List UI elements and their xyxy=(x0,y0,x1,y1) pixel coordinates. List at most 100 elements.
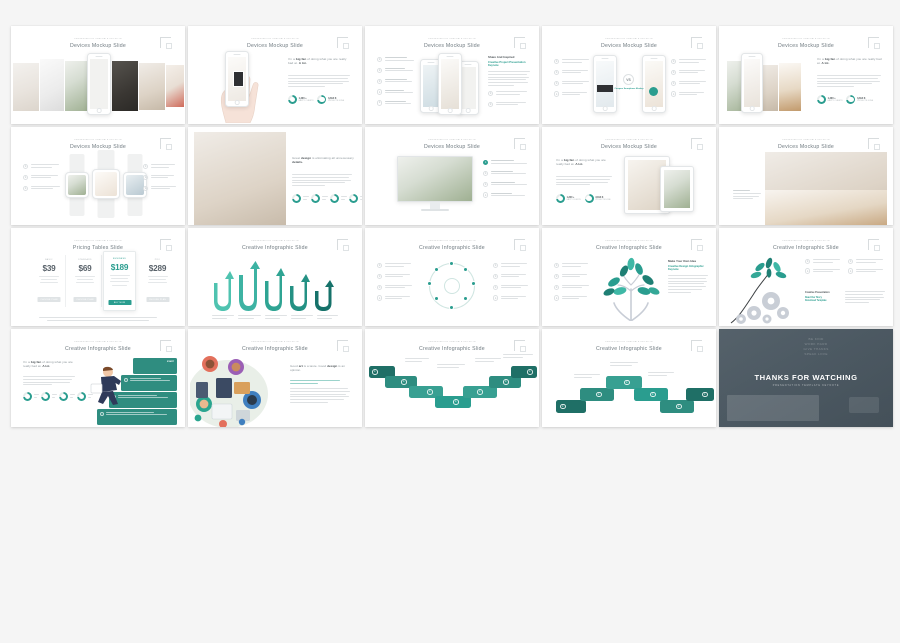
phone-screen xyxy=(645,61,663,107)
corner-mark-icon xyxy=(691,138,703,150)
slide-thumbnail-4[interactable]: PRESENTATION TEMPLATE KEYNOTE Devices Mo… xyxy=(542,26,716,124)
slide-thumbnail-20[interactable]: BE KIND WORK HARD GIVE THANKS SPEAK LOVE TH… xyxy=(719,329,893,427)
slide-thumbnail-19[interactable]: PRESENTATION TEMPLATE KEYNOTE Creative I… xyxy=(542,329,716,427)
donut-chart xyxy=(292,194,301,203)
network-center xyxy=(444,278,460,294)
plan-button[interactable]: CHOOSE PLAN xyxy=(73,297,97,302)
slide-thumbnail-2[interactable]: PRESENTATION TEMPLATE KEYNOTE Devices Mo… xyxy=(188,26,362,124)
slide-canvas: PRESENTATION TEMPLATE KEYNOTE Devices Mo… xyxy=(371,132,533,219)
slide-title: Creative Infographic Slide xyxy=(242,244,308,251)
list-item: ✦ xyxy=(143,164,177,170)
slide-thumbnail-18[interactable]: PRESENTATION TEMPLATE KEYNOTE Creative I… xyxy=(365,329,539,427)
bullet-list-left: ✦ ✦ ✦ ✦ xyxy=(554,59,590,102)
pricing-card-featured[interactable]: BUSINESS $189 BUY NOW xyxy=(103,251,136,311)
slide-thumbnail-1[interactable]: PRESENTATION TEMPLATE KEYNOTE Devices Mo… xyxy=(11,26,185,124)
circle-icon: ✦ xyxy=(493,295,499,301)
section-link[interactable]: Read Our Story xyxy=(805,297,839,299)
paragraph-lines xyxy=(556,176,612,187)
slide-thumbnail-5[interactable]: PRESENTATION TEMPLATE KEYNOTE Devices Mo… xyxy=(719,26,893,124)
circle-icon: ✦ xyxy=(143,164,149,170)
plant-gears-illustration xyxy=(730,257,789,324)
list-item: ✦ xyxy=(493,295,529,301)
list-item: ✦ xyxy=(554,284,590,290)
slide-thumbnail-3[interactable]: PRESENTATION TEMPLATE KEYNOTE Devices Mo… xyxy=(365,26,539,124)
slide-kicker: PRESENTATION TEMPLATE KEYNOTE xyxy=(74,38,122,40)
pricing-card[interactable]: PRO $289 CHOOSE PLAN xyxy=(141,255,174,307)
stat-item xyxy=(348,194,362,203)
list-item: ✦ xyxy=(805,259,842,265)
circle-icon: ✦ xyxy=(554,273,560,280)
slide-kicker: PRESENTATION TEMPLATE KEYNOTE xyxy=(605,139,653,141)
list-item: ✦ xyxy=(377,67,415,74)
list-item: ✦ xyxy=(23,185,61,191)
stat-item: 3,814 K PROJECTS DONE xyxy=(584,194,611,203)
body-headline: Great design is eliminating all unnecess… xyxy=(292,156,354,165)
network-node xyxy=(471,281,477,287)
pricing-card[interactable]: BASIC $39 CHOOSE PLAN xyxy=(33,255,66,307)
circle-icon: ✦ xyxy=(493,284,499,290)
slide-thumbnail-12[interactable]: PRESENTATION TEMPLATE KEYNOTE Creative I… xyxy=(188,228,362,326)
slide-thumbnail-17[interactable]: PRESENTATION TEMPLATE KEYNOTE Creative I… xyxy=(188,329,362,427)
link-lines xyxy=(290,380,350,386)
circle-icon: ✦ xyxy=(671,69,677,76)
smartwatch-mockup xyxy=(91,150,121,218)
stat-item: 1,200 + HAPPY CLIENTS xyxy=(817,95,842,104)
slide-kicker: PRESENTATION TEMPLATE KEYNOTE xyxy=(605,38,653,40)
pricing-card[interactable]: STANDARD $69 CHOOSE PLAN xyxy=(69,255,102,307)
plan-features xyxy=(39,276,59,286)
slide-thumbnail-13[interactable]: PRESENTATION TEMPLATE KEYNOTE Creative I… xyxy=(365,228,539,326)
body-headline: I'm a big fan of doing what you are real… xyxy=(817,57,882,66)
circle-icon: ✦ xyxy=(554,69,560,76)
plan-button[interactable]: CHOOSE PLAN xyxy=(146,297,169,302)
plan-name: STANDARD xyxy=(78,259,92,261)
slide-canvas: PRESENTATION TEMPLATE KEYNOTE Pricing Ta… xyxy=(17,233,179,321)
plan-features xyxy=(75,276,95,286)
paragraph-lines xyxy=(488,71,530,88)
circle-icon: ✦ xyxy=(23,185,29,191)
ribbon-label xyxy=(648,372,674,378)
corner-mark-icon xyxy=(337,239,349,251)
plan-button[interactable]: CHOOSE PLAN xyxy=(37,297,61,302)
corner-mark-icon xyxy=(868,239,880,251)
slide-thumbnail-11[interactable]: PRESENTATION TEMPLATE KEYNOTE Pricing Ta… xyxy=(11,228,185,326)
runner-illustration xyxy=(90,366,121,405)
plan-price: $69 xyxy=(78,263,92,273)
section-link[interactable]: Download Template xyxy=(805,300,839,302)
stats-row: 1,200 + HAPPY CLIENTS 3,814 K PROJECTS DON… xyxy=(288,95,344,104)
body-headline: Good art is a taste. Good design is an o… xyxy=(290,364,346,373)
slide-title: Creative Infographic Slide xyxy=(596,345,662,352)
slide-thumbnail-10[interactable]: PRESENTATION TEMPLATE KEYNOTE Devices Mo… xyxy=(719,127,893,225)
slide-thumbnail-9[interactable]: PRESENTATION TEMPLATE KEYNOTE Devices Mo… xyxy=(542,127,716,225)
slide-thumbnail-16[interactable]: PRESENTATION TEMPLATE KEYNOTE Creative I… xyxy=(11,329,185,427)
slide-title: Creative Infographic Slide xyxy=(65,345,131,352)
slide-kicker: PRESENTATION TEMPLATE KEYNOTE xyxy=(428,240,476,242)
stat-item: 3,814 K PROJECTS DONE xyxy=(317,95,344,104)
donut-stats-row xyxy=(292,194,362,203)
list-item: ✦ xyxy=(554,91,590,97)
list-item: ✦ xyxy=(493,263,529,269)
phone-screen xyxy=(423,65,439,107)
slide-thumbnail-6[interactable]: PRESENTATION TEMPLATE KEYNOTE Devices Mo… xyxy=(11,127,185,225)
stat-item xyxy=(40,392,57,401)
slide-canvas: PRESENTATION TEMPLATE KEYNOTE Creative I… xyxy=(548,233,710,321)
slide-canvas: PRESENTATION TEMPLATE KEYNOTE Devices Mo… xyxy=(725,31,887,118)
slide-kicker: PRESENTATION TEMPLATE KEYNOTE xyxy=(251,38,299,40)
slide-thumbnail-7[interactable]: Great design is eliminating all unnecess… xyxy=(188,127,362,225)
phone-screen xyxy=(90,59,108,109)
paragraph-lines xyxy=(668,275,708,294)
slide-title: Creative Infographic Slide xyxy=(419,345,485,352)
plan-button[interactable]: BUY NOW xyxy=(108,300,131,305)
slide-title: Creative Infographic Slide xyxy=(419,244,485,251)
photo-tile xyxy=(166,65,184,107)
tree-illustration xyxy=(603,257,660,321)
stat-item xyxy=(310,194,328,203)
slide-thumbnail-15[interactable]: PRESENTATION TEMPLATE KEYNOTE Creative I… xyxy=(719,228,893,326)
slide-title: Devices Mockup Slide xyxy=(423,143,481,150)
slide-thumbnail-14[interactable]: PRESENTATION TEMPLATE KEYNOTE Creative I… xyxy=(542,228,716,326)
phone-mockup xyxy=(741,53,763,113)
ribbon-label xyxy=(503,354,533,360)
slide-thumbnail-8[interactable]: PRESENTATION TEMPLATE KEYNOTE Devices Mo… xyxy=(365,127,539,225)
slide-kicker: PRESENTATION TEMPLATE KEYNOTE xyxy=(782,38,830,40)
slide-kicker: PRESENTATION TEMPLATE KEYNOTE xyxy=(428,38,476,40)
list-item: ✦ xyxy=(493,284,529,290)
